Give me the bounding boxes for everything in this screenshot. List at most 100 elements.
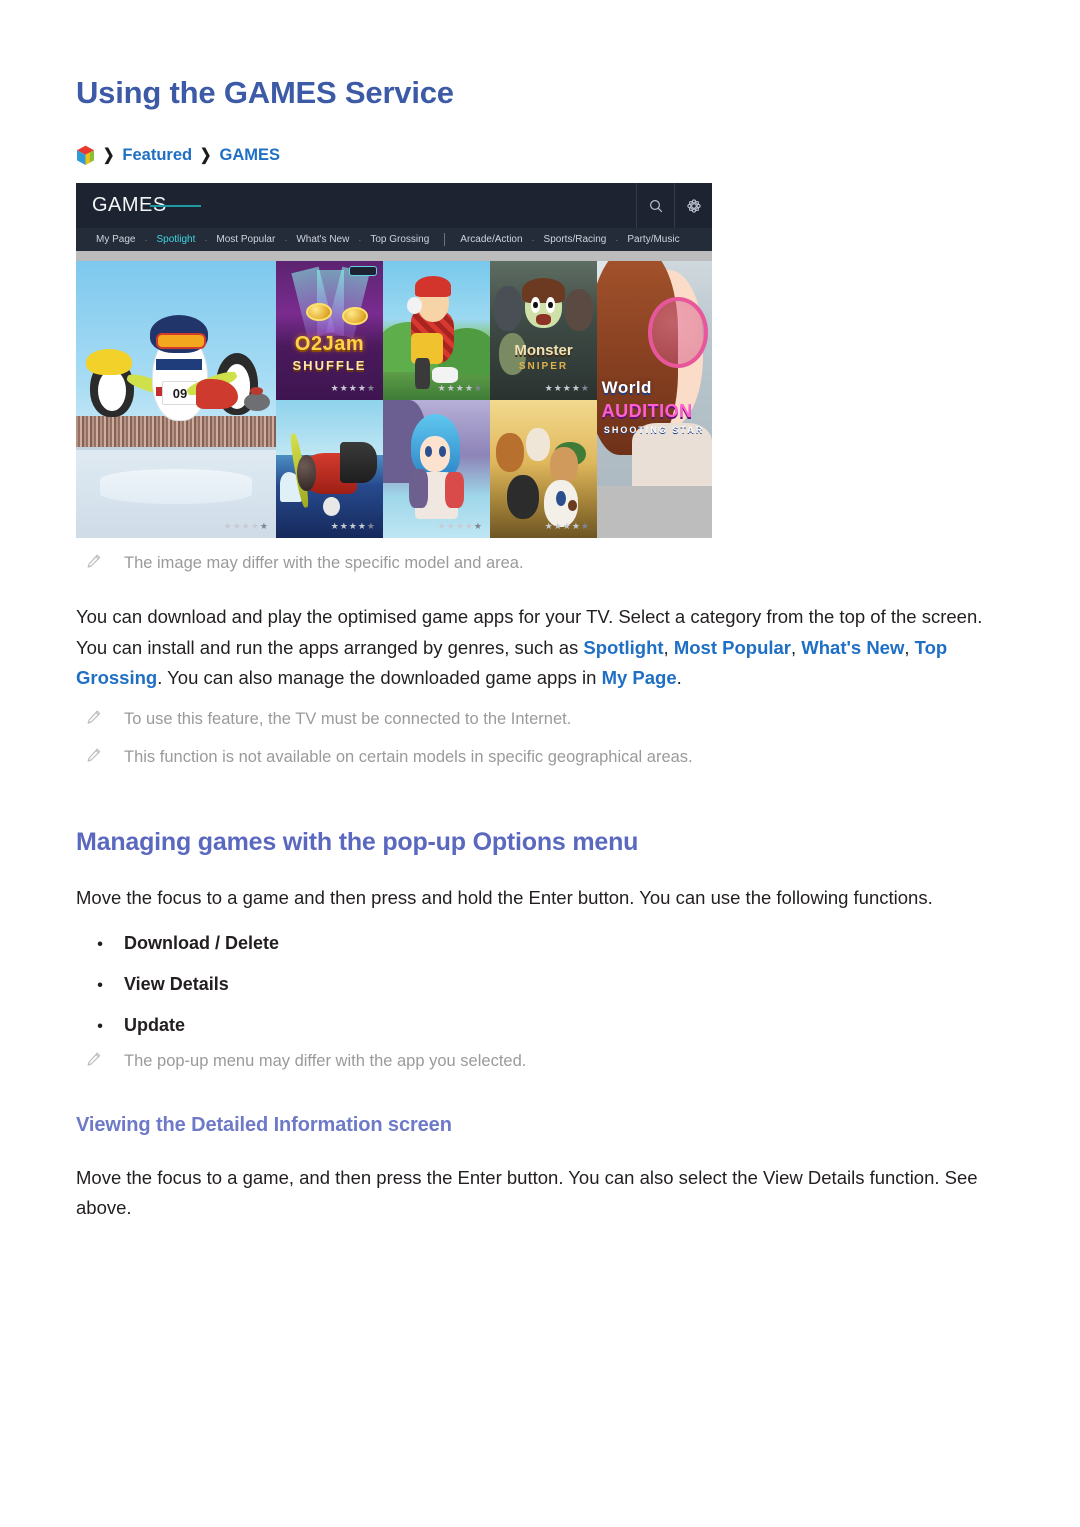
list-item: • View Details <box>76 974 1005 995</box>
rating-stars: ★★★★★ <box>223 520 269 531</box>
nav-group-divider <box>444 233 446 247</box>
viewing-details-body: Move the focus to a game, and then press… <box>76 1166 978 1219</box>
document-page: Using the GAMES Service ❯ Featured ❯ GAM… <box>0 0 1080 1224</box>
tile-artwork: World AUDITION SHOOTING STAR <box>597 261 712 487</box>
tile-ojam-shuffle-game[interactable]: O2Jam SHUFFLE ★★★★★ <box>276 261 383 401</box>
nav-tab-whats-new[interactable]: What's New <box>289 228 356 251</box>
pencil-icon <box>76 746 124 763</box>
settings-gear-icon[interactable] <box>674 183 712 229</box>
note-text: To use this feature, the TV must be conn… <box>124 709 572 728</box>
intro-part2: . You can also manage the downloaded gam… <box>157 667 602 689</box>
dog-brown <box>496 433 525 472</box>
list-item: • Download / Delete <box>76 933 1005 954</box>
tile-puppy-game[interactable]: ★★★★★ <box>490 400 597 539</box>
rating-stars: ★★★★★ <box>437 382 483 393</box>
breadcrumb-separator: ❯ <box>103 146 115 164</box>
tile-red-cape-hero-game[interactable]: ★★★★★ <box>383 261 490 401</box>
samsung-cube-icon <box>76 145 95 166</box>
rating-stars: ★★★★★ <box>437 520 483 531</box>
breadcrumb-separator: ❯ <box>200 146 212 164</box>
nav-separator-dot: · <box>358 234 362 245</box>
nav-tab-top-grossing[interactable]: Top Grossing <box>363 228 436 251</box>
tile-artwork: 09 <box>76 261 276 539</box>
tile-caption: ★★★★★ <box>76 514 276 538</box>
keyword-spotlight: Spotlight <box>583 636 664 658</box>
breadcrumb-item-featured[interactable]: Featured <box>122 146 192 165</box>
dog-black <box>507 474 540 519</box>
pencil-icon <box>76 708 124 725</box>
nav-tab-most-popular[interactable]: Most Popular <box>209 228 282 251</box>
tile-title: O2Jam <box>294 333 365 356</box>
note-text: The pop-up menu may differ with the app … <box>124 1052 527 1071</box>
intro-part3: . <box>676 667 682 689</box>
tile-monster-sniper-game[interactable]: Monster SNIPER ★★★★★ <box>490 261 597 401</box>
nav-tab-sports-racing[interactable]: Sports/Racing <box>537 228 614 251</box>
section-heading-viewing-details: Viewing the Detailed Information screen <box>76 1113 452 1136</box>
note-text: The image may differ with the specific m… <box>124 554 524 573</box>
keyword-whats-new: What's New <box>801 636 905 658</box>
note-image-disclaimer: The image may differ with the specific m… <box>76 552 1005 576</box>
note-text: This function is not available on certai… <box>124 747 693 766</box>
rating-stars: ★★★★★ <box>544 520 590 531</box>
tile-subtitle: SNIPER <box>518 361 569 373</box>
nav-separator-dot: · <box>531 234 535 245</box>
nav-tab-my-page[interactable]: My Page <box>89 228 142 251</box>
bullet-marker: • <box>97 977 103 995</box>
keyword-my-page: My Page <box>601 667 677 689</box>
note-internet-required: To use this feature, the TV must be conn… <box>76 708 1005 732</box>
breadcrumb: ❯ Featured ❯ GAMES <box>76 145 1005 166</box>
tile-caption: ★★★★★ <box>490 376 597 400</box>
nav-separator-dot: · <box>144 234 148 245</box>
tile-subtitle: SHUFFLE <box>292 358 367 374</box>
nav-tab-party-music[interactable]: Party/Music <box>620 228 686 251</box>
games-service-screenshot: GAMES My Page · Spotlight · Most Popular… <box>76 183 712 539</box>
dog-tan <box>549 447 578 483</box>
nav-separator-dot: · <box>284 234 288 245</box>
breadcrumb-item-games[interactable]: GAMES <box>220 146 281 165</box>
search-icon[interactable] <box>636 183 674 229</box>
bullet-marker: • <box>97 936 103 954</box>
tile-tagline: SHOOTING STAR <box>603 425 705 436</box>
intro-sep2: , <box>791 636 802 658</box>
rating-stars: ★★★★★ <box>330 382 376 393</box>
nav-separator-dot: · <box>615 234 619 245</box>
games-nav-underband <box>76 251 712 262</box>
games-category-nav: My Page · Spotlight · Most Popular · Wha… <box>76 205 712 252</box>
nav-tab-spotlight[interactable]: Spotlight <box>149 205 202 251</box>
tile-biplane-game[interactable]: ★★★★★ <box>276 400 383 539</box>
tile-caption: ★★★★★ <box>383 376 490 400</box>
helmet-yellow <box>86 349 132 376</box>
intro-paragraph: You can download and play the optimised … <box>76 602 1005 694</box>
games-screen-actions <box>636 183 712 229</box>
tile-caption: ★★★★★ <box>383 514 490 538</box>
pencil-icon <box>76 552 124 569</box>
tile-caption: ★★★★★ <box>276 514 383 538</box>
bullet-label-download-delete: Download / Delete <box>124 933 280 954</box>
tile-caption: ★★★★★ <box>276 376 383 400</box>
managing-games-body: Move the focus to a game and then press … <box>76 886 933 908</box>
keyword-most-popular: Most Popular <box>673 636 791 658</box>
pencil-icon <box>76 1050 124 1067</box>
list-item: • Update <box>76 1015 1005 1036</box>
note-popup-varies: The pop-up menu may differ with the app … <box>76 1050 1005 1074</box>
bullet-marker: • <box>97 1018 103 1036</box>
tile-caption: ★★★★★ <box>490 514 597 538</box>
nav-tab-arcade-action[interactable]: Arcade/Action <box>453 228 529 251</box>
rating-stars: ★★★★★ <box>544 382 590 393</box>
rating-stars: ★★★★★ <box>330 520 376 531</box>
intro-sep3: , <box>904 636 915 658</box>
managing-games-bullet-list: • Download / Delete • View Details • Upd… <box>76 933 1005 1036</box>
note-region-limited: This function is not available on certai… <box>76 746 1005 770</box>
tile-subtitle: AUDITION <box>601 400 693 421</box>
tile-world-audition-game[interactable]: World AUDITION SHOOTING STAR <box>597 261 712 487</box>
dog-cream <box>526 427 550 461</box>
tile-title: World <box>601 378 652 398</box>
bullet-label-update: Update <box>124 1015 186 1036</box>
nav-separator-dot: · <box>204 234 208 245</box>
intro-sep1: , <box>663 636 674 658</box>
games-tile-grid: 09 ★★★★★ O2Jam SHUFFLE ★★★★★ ★★★★★ ★★★★★… <box>76 261 712 539</box>
tile-title: Monster <box>514 341 573 359</box>
tile-anime-girl-game[interactable]: ★★★★★ <box>383 400 490 539</box>
tile-penguin-curling-game[interactable]: 09 ★★★★★ <box>76 261 276 539</box>
bullet-label-view-details: View Details <box>124 974 229 995</box>
